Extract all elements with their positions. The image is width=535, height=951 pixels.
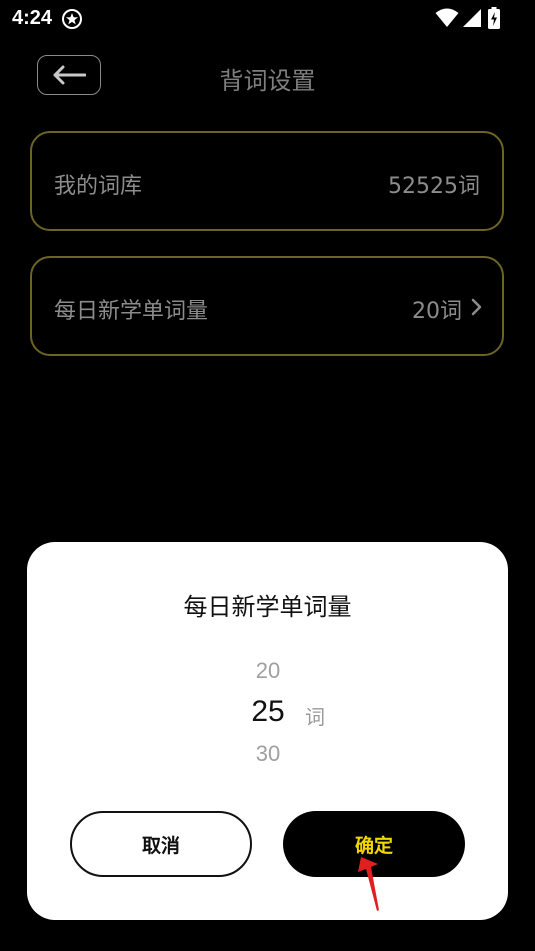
- picker-option-selected[interactable]: 25: [227, 695, 309, 729]
- picker-unit: 词: [305, 705, 325, 729]
- status-time: 4:24: [12, 7, 53, 29]
- card-value: 20词: [412, 299, 462, 324]
- page-title: 背词设置: [219, 67, 316, 95]
- cancel-button[interactable]: 取消: [70, 811, 252, 877]
- cancel-button-label: 取消: [141, 834, 180, 857]
- app-notification-icon: [62, 9, 82, 29]
- picker-option-next[interactable]: 30: [227, 741, 309, 767]
- signal-icon: [463, 9, 481, 27]
- status-icons: [435, 7, 500, 29]
- my-wordbank-card[interactable]: 我的词库 52525词: [30, 131, 504, 231]
- confirm-button-label: 确定: [354, 834, 393, 857]
- picker-option-prev[interactable]: 20: [227, 658, 309, 684]
- battery-charging-icon: [488, 7, 500, 29]
- chevron-right-icon: [471, 298, 482, 316]
- confirm-button[interactable]: 确定: [283, 811, 465, 877]
- card-value: 52525词: [388, 174, 480, 199]
- daily-new-words-card[interactable]: 每日新学单词量 20词: [30, 256, 504, 356]
- card-label: 我的词库: [54, 174, 143, 199]
- card-label: 每日新学单词量: [54, 299, 209, 324]
- dialog-title: 每日新学单词量: [183, 593, 352, 621]
- status-bar: 4:24: [0, 0, 535, 36]
- wifi-icon: [435, 8, 459, 27]
- word-count-dialog: 每日新学单词量 20 25 30 词 取消 确定: [27, 542, 508, 920]
